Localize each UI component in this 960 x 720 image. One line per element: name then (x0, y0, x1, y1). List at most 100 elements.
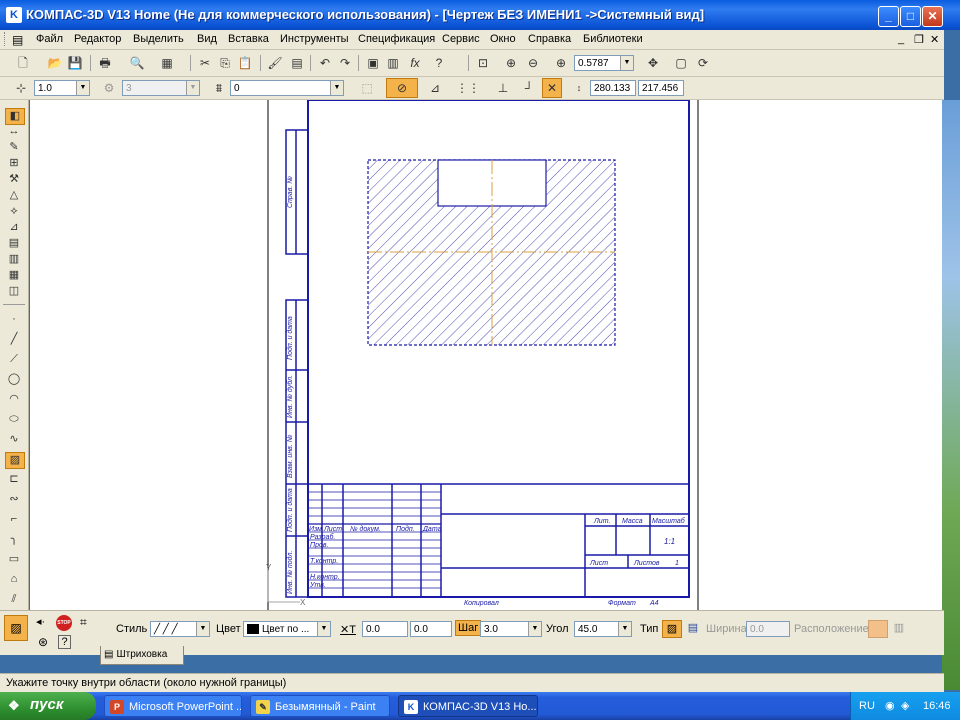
menu-editor[interactable]: Редактор (74, 33, 121, 45)
print-icon[interactable]: 🖶 (96, 54, 114, 72)
close-button[interactable]: ✕ (922, 6, 943, 27)
snap-active-icon[interactable]: ⊘ (386, 78, 418, 98)
point-tool-icon[interactable]: · (5, 312, 23, 327)
menu-libraries[interactable]: Библиотеки (583, 33, 643, 45)
save-icon[interactable]: 💾 (66, 54, 84, 72)
drawing-sheet[interactable]: Справ. № Подп. и дата Инв. № дубл. Взам.… (30, 100, 942, 610)
minimize-button[interactable]: _ (878, 6, 899, 27)
dimensions-panel-icon[interactable]: ↔ (5, 124, 23, 139)
view-icon[interactable]: ⬚ (358, 79, 376, 97)
drawing-canvas[interactable]: Справ. № Подп. и дата Инв. № дубл. Взам.… (30, 100, 942, 610)
stop-icon[interactable]: STOP (56, 615, 72, 631)
redo-icon[interactable]: ↷ (336, 54, 354, 72)
chamfer-tool-icon[interactable]: ⌐ (5, 512, 23, 527)
layers-icon[interactable]: ⩩ (210, 79, 228, 97)
rebuild-icon[interactable]: ⟳ (694, 54, 712, 72)
undo-icon[interactable]: ↶ (316, 54, 334, 72)
kompas-app-icon[interactable]: K (6, 7, 22, 23)
coord-y-field[interactable]: 217.456 (638, 80, 684, 96)
fx-icon[interactable]: fx (406, 54, 424, 72)
step-combo[interactable]: 3.0 ▼ (480, 621, 542, 637)
angle-combo[interactable]: 45.0 ▼ (574, 621, 632, 637)
menu-file[interactable]: Файл (36, 33, 63, 45)
tray-icon-1[interactable]: ◉ (885, 699, 895, 712)
title-bar[interactable]: K КОМПАС-3D V13 Home (Не для коммерческо… (0, 0, 960, 30)
hatch-tool-icon[interactable]: ▨ (5, 452, 25, 469)
menu-insert[interactable]: Вставка (228, 33, 269, 45)
circle-tool-icon[interactable]: ◯ (5, 372, 23, 387)
menu-tools[interactable]: Инструменты (280, 33, 349, 45)
refresh-view-icon[interactable]: ▢ (672, 54, 690, 72)
chevron-down-icon[interactable]: ▼ (186, 81, 199, 95)
start-button[interactable]: ❖ пуск (0, 692, 96, 720)
manual-create-icon[interactable]: ⌗ (80, 615, 87, 630)
layer-icon[interactable]: ⚙ (100, 79, 118, 97)
layout-alt-icon[interactable]: ▥ (890, 620, 908, 636)
arc-tool-icon[interactable]: ◠ (5, 392, 23, 407)
open-folder-icon[interactable]: 📂 (46, 54, 64, 72)
bezier-tool-icon[interactable]: ∾ (5, 492, 23, 507)
local-cs-icon[interactable]: ⊿ (426, 79, 444, 97)
edit-panel-icon[interactable]: ⊞ (5, 156, 23, 171)
help-icon[interactable]: ? (58, 635, 71, 649)
measure-panel-icon[interactable]: △ (5, 188, 23, 203)
zoom-window-icon[interactable]: ⊡ (474, 54, 492, 72)
associative-views-icon[interactable]: ⊿ (5, 220, 23, 235)
scale-combo[interactable]: 1.0 ▼ (34, 80, 90, 96)
insert-panel-icon[interactable]: ▦ (5, 268, 23, 283)
select-panel-icon[interactable]: ⟡ (5, 204, 23, 219)
designation-panel-icon[interactable]: ✎ (5, 140, 23, 155)
task-powerpoint[interactable]: P Microsoft PowerPoint ... (104, 695, 242, 717)
hatch-type-icon[interactable]: ▨ (662, 620, 682, 638)
menu-view[interactable]: Вид (197, 33, 217, 45)
zoom-combo[interactable]: 0.5787 ▼ (574, 55, 634, 71)
spec-panel-icon[interactable]: ▤ (5, 236, 23, 251)
help-icon[interactable]: ? (430, 54, 448, 72)
mdi-restore-button[interactable]: ❐ (914, 33, 924, 46)
parametrization-panel-icon[interactable]: ⚒ (5, 172, 23, 187)
new-document-icon[interactable]: 🗋 (14, 54, 32, 72)
menu-specification[interactable]: Спецификация (358, 33, 435, 45)
format-brush-icon[interactable]: 🖌 (266, 54, 284, 72)
layer-combo[interactable]: 3 ▼ (122, 80, 200, 96)
panel-pin-icon[interactable]: ▨ (4, 615, 28, 641)
chevron-down-icon[interactable]: ▼ (76, 81, 89, 95)
menu-service[interactable]: Сервис (442, 33, 480, 45)
mdi-minimize-button[interactable]: _ (898, 33, 904, 45)
menu-select[interactable]: Выделить (133, 33, 184, 45)
hatched-part[interactable] (367, 159, 616, 346)
width-field[interactable]: 0.0 (746, 621, 790, 637)
pan-icon[interactable]: ✥ (644, 54, 662, 72)
equidistant-tool-icon[interactable]: ⊏ (5, 472, 23, 487)
scale-icon[interactable]: ⊹ (12, 79, 30, 97)
zoom-in-icon[interactable]: ⊕ (502, 54, 520, 72)
toolbar-grip[interactable] (4, 32, 8, 46)
spline-tool-icon[interactable]: ∿ (5, 432, 23, 447)
wavy-line-icon[interactable]: ⫽ (5, 592, 23, 607)
geometry-panel-icon[interactable]: ◧ (5, 108, 25, 125)
style-combo[interactable]: 0 ▼ (230, 80, 344, 96)
coord-x-field[interactable]: 280.133 (590, 80, 636, 96)
fillet-tool-icon[interactable]: ╮ (5, 532, 23, 547)
chevron-down-icon[interactable]: ▼ (317, 622, 330, 636)
contour-tool-icon[interactable]: ⌂ (5, 572, 23, 587)
point-y-field[interactable]: 0.0 (410, 621, 452, 637)
step-label[interactable]: Шаг (455, 620, 482, 636)
mdi-close-button[interactable]: ✕ (930, 33, 939, 46)
task-paint[interactable]: ✎ Безымянный - Paint (250, 695, 390, 717)
maximize-button[interactable]: □ (900, 6, 921, 27)
copy-icon[interactable]: ⎘ (216, 54, 234, 72)
ellipse-tool-icon[interactable]: ⬭ (5, 412, 23, 427)
tray-icon-2[interactable]: ◈ (901, 699, 909, 712)
cut-icon[interactable]: ✂ (196, 54, 214, 72)
ortho-snap-icon[interactable]: ✕ (542, 78, 562, 98)
ortho-icon[interactable]: ┘ (520, 79, 538, 97)
list-icon[interactable]: ▤ (288, 54, 306, 72)
variables-icon[interactable]: ▣ (364, 54, 382, 72)
grid-icon[interactable]: ⋮⋮ (456, 79, 480, 97)
auxiliary-line-icon[interactable]: ╱ (5, 332, 23, 347)
language-indicator[interactable]: RU (859, 700, 875, 712)
chevron-down-icon[interactable]: ▼ (528, 622, 541, 636)
properties-icon[interactable]: ▦ (158, 54, 176, 72)
zoom-out-icon[interactable]: ⊖ (524, 54, 542, 72)
